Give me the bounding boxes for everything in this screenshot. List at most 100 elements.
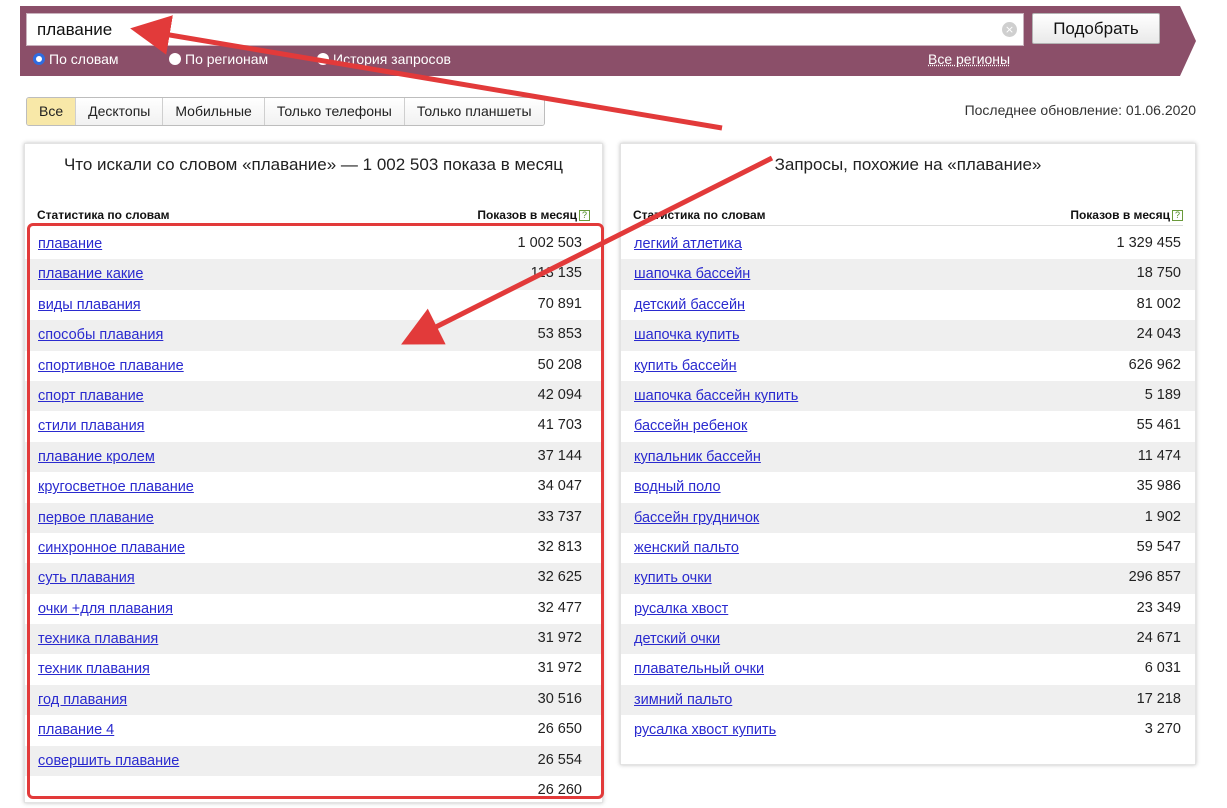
keyword-link[interactable]: шапочка бассейн: [634, 266, 750, 282]
table-row: спорт плавание 42 094: [25, 380, 602, 412]
keyword-link[interactable]: совершить плавание: [38, 753, 179, 769]
impressions-count: 3 270: [1144, 721, 1181, 738]
impressions-count: 55 461: [1136, 417, 1181, 434]
keyword-link[interactable]: способы плавания: [38, 327, 163, 343]
keyword-link[interactable]: спорт плавание: [38, 388, 144, 404]
table-row: водный поло 35 986: [621, 472, 1195, 502]
keyword-link[interactable]: спортивное плавание: [38, 358, 184, 374]
keyword-link[interactable]: плавание кролем: [38, 449, 155, 465]
radio-by-words-label: По словам: [49, 51, 119, 67]
impressions-count: 31 972: [537, 660, 582, 677]
tab-all[interactable]: Все: [27, 98, 76, 125]
keyword-link[interactable]: зимний пальто: [634, 692, 732, 708]
all-regions-link[interactable]: Все регионы: [928, 51, 1010, 67]
impressions-count: 5 189: [1144, 386, 1181, 403]
keyword-link[interactable]: водный поло: [634, 479, 721, 495]
table-row: шапочка бассейн купить 5 189: [621, 380, 1195, 412]
keyword-link[interactable]: купальник бассейн: [634, 449, 761, 465]
table-row: плавание кролем 37 144: [25, 441, 602, 473]
impressions-count: 1 002 503: [517, 235, 582, 251]
keyword-link[interactable]: техник плавания: [38, 661, 150, 677]
keyword-link[interactable]: техника плавания: [38, 631, 158, 647]
impressions-count: 30 516: [537, 690, 582, 707]
radio-by-words[interactable]: По словам: [33, 51, 119, 67]
keyword-link[interactable]: легкий атлетика: [634, 236, 742, 252]
table-row: детский очки 24 671: [621, 624, 1195, 655]
keyword-link[interactable]: суть плавания: [38, 570, 135, 586]
tab-desktops[interactable]: Десктопы: [75, 98, 163, 125]
table-row: бассейн грудничок 1 902: [621, 502, 1195, 533]
tab-phones-only[interactable]: Только телефоны: [263, 98, 404, 125]
panel-title: Запросы, похожие на «плавание»: [774, 155, 1042, 174]
impressions-count: 42 094: [537, 386, 582, 403]
radio-by-regions[interactable]: По регионам: [169, 51, 268, 67]
keyword-link[interactable]: детский бассейн: [634, 297, 745, 313]
keyword-list: плавание 1 002 503 плавание какие 113 135 ви…: [25, 229, 602, 802]
impressions-count: 70 891: [537, 295, 582, 312]
impressions-count: 32 625: [537, 569, 582, 586]
keyword-link[interactable]: очки +для плавания: [38, 601, 173, 617]
table-row: плавание 4 26 650: [25, 715, 602, 745]
help-icon[interactable]: ?: [579, 210, 590, 221]
impressions-count: 626 962: [1128, 356, 1181, 373]
search-input[interactable]: [27, 14, 987, 45]
keyword-link[interactable]: детский очки: [634, 631, 720, 647]
impressions-count: 34 047: [537, 478, 582, 495]
keyword-link[interactable]: стили плавания: [38, 418, 145, 434]
table-row: синхронное плавание 32 813: [25, 533, 602, 563]
impressions-count: 1 902: [1144, 508, 1181, 525]
impressions-count: 37 144: [537, 447, 582, 464]
last-update-text: Последнее обновление: 01.06.2020: [964, 102, 1196, 118]
keyword-link[interactable]: синхронное плавание: [38, 540, 185, 556]
impressions-count: 6 031: [1144, 660, 1181, 677]
keyword-link[interactable]: шапочка бассейн купить: [634, 388, 798, 404]
keyword-link[interactable]: купить очки: [634, 570, 712, 586]
keyword-link[interactable]: плавание: [38, 236, 102, 252]
keyword-link[interactable]: виды плавания: [38, 297, 141, 313]
impressions-count: 26 650: [537, 721, 582, 738]
radio-checked-icon[interactable]: [33, 53, 45, 65]
keyword-link[interactable]: женский пальто: [634, 540, 739, 556]
keyword-link[interactable]: русалка хвост: [634, 601, 728, 617]
keyword-link[interactable]: бассейн ребенок: [634, 418, 747, 434]
keyword-link[interactable]: плавательный очки: [634, 661, 764, 677]
panel-title: Что искали со словом «плавание» — 1 002 …: [63, 155, 564, 174]
table-row: купальник бассейн 11 474: [621, 441, 1195, 473]
table-row: шапочка бассейн 18 750: [621, 259, 1195, 290]
impressions-count: 11 474: [1137, 447, 1181, 464]
impressions-count: 41 703: [537, 417, 582, 434]
impressions-count: 18 750: [1136, 265, 1181, 282]
clear-icon[interactable]: ×: [1002, 22, 1017, 37]
device-filter-tabs: Все Десктопы Мобильные Только телефоны Т…: [26, 97, 545, 126]
radio-query-history[interactable]: История запросов: [317, 51, 451, 67]
keyword-link[interactable]: русалка хвост купить: [634, 722, 776, 738]
keyword-link[interactable]: год плавания: [38, 692, 127, 708]
table-row: техник плавания 31 972: [25, 654, 602, 684]
radio-icon[interactable]: [317, 53, 329, 65]
radio-by-regions-label: По регионам: [185, 51, 269, 67]
count-column-header: Показов в месяц?: [477, 208, 590, 222]
keyword-link[interactable]: кругосветное плавание: [38, 479, 194, 495]
help-icon[interactable]: ?: [1172, 210, 1183, 221]
tab-mobile[interactable]: Мобильные: [162, 98, 264, 125]
keyword-link[interactable]: плавание какие: [38, 266, 143, 282]
impressions-count: 59 547: [1136, 538, 1181, 555]
keyword-link[interactable]: первое плавание: [38, 510, 154, 526]
table-row: способы плавания 53 853: [25, 320, 602, 351]
impressions-count: 113 135: [530, 265, 582, 282]
table-row: суть плавания 32 625: [25, 563, 602, 594]
search-box[interactable]: ×: [26, 13, 1024, 46]
tab-tablets-only[interactable]: Только планшеты: [403, 98, 544, 125]
table-row: виды плавания 70 891: [25, 290, 602, 320]
table-row: спортивное плавание 50 208: [25, 351, 602, 381]
radio-icon[interactable]: [169, 53, 181, 65]
impressions-count: 31 972: [537, 630, 582, 647]
submit-button[interactable]: Подобрать: [1032, 13, 1160, 44]
impressions-count: 23 349: [1136, 599, 1181, 616]
keyword-link[interactable]: купить бассейн: [634, 358, 737, 374]
impressions-count: 35 986: [1136, 478, 1181, 495]
keyword-link[interactable]: шапочка купить: [634, 327, 740, 343]
keyword-link[interactable]: плавание 4: [38, 722, 114, 738]
impressions-count: 1 329 455: [1116, 235, 1181, 251]
keyword-link[interactable]: бассейн грудничок: [634, 510, 759, 526]
